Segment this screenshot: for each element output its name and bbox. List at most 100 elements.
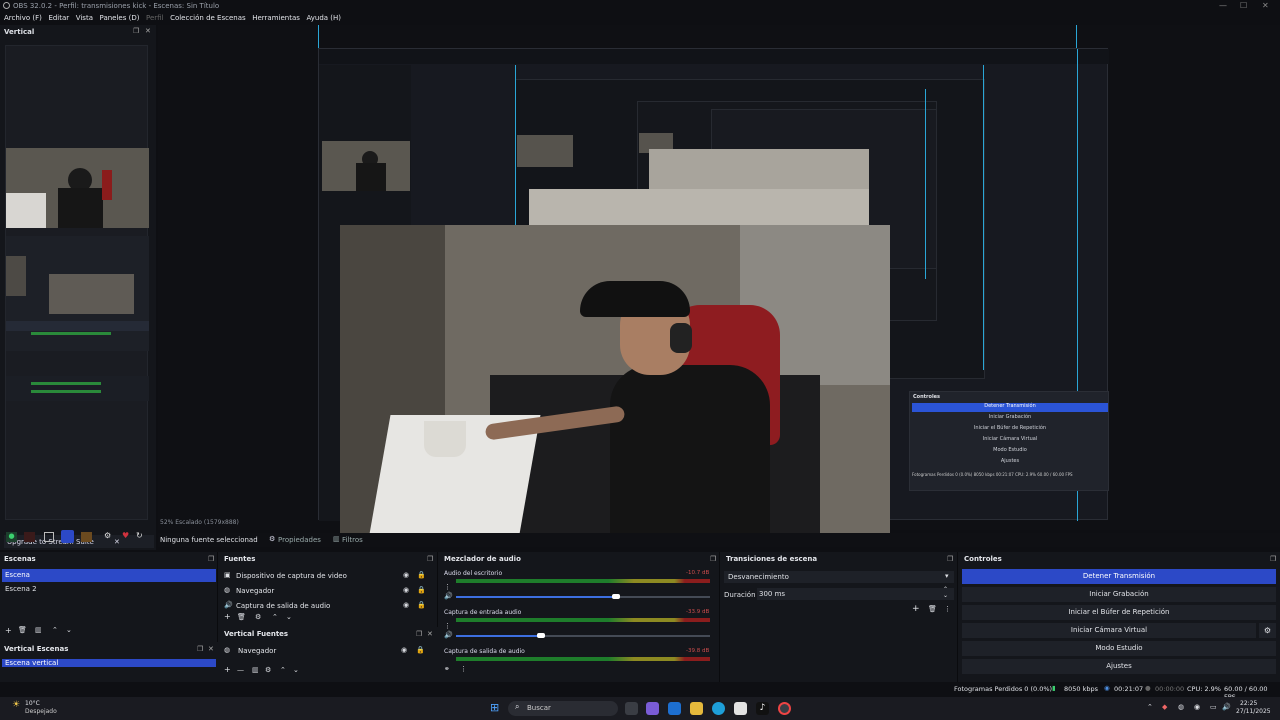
vertical-source-down-icon[interactable]: ⌄ — [293, 666, 299, 674]
record-icon[interactable] — [24, 532, 35, 542]
lock-icon[interactable]: 🔒 — [417, 601, 426, 609]
channel-menu-icon[interactable]: ⋮ — [444, 622, 451, 630]
mixer-link-icon[interactable]: ⚭ — [444, 665, 450, 673]
visibility-eye-icon[interactable]: ◉ — [403, 571, 409, 579]
heart-icon[interactable]: ♥ — [122, 531, 129, 540]
menu-ayuda[interactable]: Ayuda (H) — [306, 12, 341, 25]
task-view-icon[interactable] — [625, 702, 638, 715]
vertical-source-filters-icon[interactable]: ▥ — [252, 666, 259, 674]
studio-mode-button[interactable]: Modo Estudio — [962, 641, 1276, 656]
volume-slider-knob[interactable] — [612, 594, 620, 599]
volume-tray-icon[interactable]: 🔊 — [1222, 703, 1231, 711]
tiktok-icon[interactable]: ♪ — [756, 702, 769, 715]
source-down-icon[interactable]: ⌄ — [286, 613, 292, 621]
channel-menu-icon[interactable]: ⋮ — [444, 583, 451, 591]
undock-icon[interactable]: ❐ — [133, 27, 139, 35]
close-button[interactable]: ✕ — [1262, 1, 1269, 10]
settings-gear-icon[interactable]: ⚙ — [104, 531, 111, 540]
store-icon[interactable] — [734, 702, 747, 715]
stream-suite-icon[interactable]: ● — [6, 532, 17, 542]
camera-icon[interactable] — [81, 532, 92, 542]
source-item[interactable]: Captura de salida de audio — [236, 602, 330, 610]
volume-slider[interactable] — [456, 635, 710, 637]
settings-button[interactable]: Ajustes — [962, 659, 1276, 674]
transition-menu-icon[interactable]: ⋮ — [944, 605, 951, 613]
menu-archivo[interactable]: Archivo (F) — [4, 12, 42, 25]
lock-icon[interactable]: 🔒 — [416, 646, 425, 654]
capture-icon[interactable] — [61, 530, 74, 543]
weather-temp[interactable]: 10°C — [25, 700, 40, 707]
visibility-eye-icon[interactable]: ◉ — [401, 646, 407, 654]
lock-icon[interactable]: 🔒 — [417, 571, 426, 579]
duration-spinbox[interactable]: 300 ms ⌃ ⌄ — [757, 586, 954, 600]
edge-icon[interactable] — [712, 702, 725, 715]
speaker-icon[interactable]: 🔊 — [444, 631, 453, 639]
remove-source-icon[interactable]: 🗑 — [237, 613, 246, 621]
controls-dock-icon[interactable]: ❐ — [1270, 555, 1276, 563]
vertical-source-item[interactable]: Navegador — [238, 647, 276, 655]
source-item[interactable]: Navegador — [236, 587, 274, 595]
stop-stream-button[interactable]: Detener Transmisión — [962, 569, 1276, 584]
volume-slider-knob[interactable] — [537, 633, 545, 638]
scene-item[interactable]: Escena 2 — [2, 583, 216, 596]
file-explorer-icon[interactable] — [690, 702, 703, 715]
outlook-icon[interactable] — [668, 702, 681, 715]
menu-paneles[interactable]: Paneles (D) — [100, 12, 140, 25]
tray-app3-icon[interactable]: ◉ — [1194, 703, 1200, 711]
minimize-button[interactable]: — — [1219, 1, 1227, 10]
square-icon[interactable] — [44, 532, 54, 542]
transition-select[interactable]: Desvanecimiento ▾ — [724, 571, 954, 583]
preview-scale-readout[interactable]: 52% Escalado (1579x888) — [160, 519, 239, 526]
sources-dock-icon[interactable]: ❐ — [427, 555, 433, 563]
start-replay-buffer-button[interactable]: Iniciar el Búfer de Repetición — [962, 605, 1276, 620]
vertical-source-settings-icon[interactable]: ⚙ — [265, 666, 271, 674]
menu-herramientas[interactable]: Herramientas — [252, 12, 300, 25]
start-virtual-camera-button[interactable]: Iniciar Cámara Virtual — [962, 623, 1256, 638]
tray-chevron-icon[interactable]: ⌃ — [1147, 703, 1153, 711]
scenes-dock-icon[interactable]: ❐ — [208, 555, 214, 563]
spin-down-icon[interactable]: ⌄ — [943, 592, 948, 599]
refresh-icon[interactable]: ↻ — [136, 531, 143, 540]
virtual-camera-settings-icon[interactable]: ⚙ — [1259, 623, 1276, 638]
remove-scene-icon[interactable]: 🗑 — [18, 626, 27, 634]
move-up-icon[interactable]: ⌃ — [52, 626, 58, 634]
volume-slider[interactable] — [456, 596, 710, 598]
obs-taskbar-icon[interactable] — [778, 702, 791, 715]
remove-vertical-source-icon[interactable]: — — [237, 666, 244, 674]
mixer-dock-icon[interactable]: ❐ — [710, 555, 716, 563]
vertical-scenes-dock-icon[interactable]: ❐ — [197, 645, 203, 653]
clock-date[interactable]: 27/11/2025 — [1236, 708, 1271, 715]
maximize-button[interactable]: ☐ — [1240, 1, 1247, 10]
vertical-sources-close-icon[interactable]: ✕ — [427, 630, 433, 638]
properties-button[interactable]: Propiedades — [278, 536, 321, 544]
source-up-icon[interactable]: ⌃ — [272, 613, 278, 621]
vertical-source-up-icon[interactable]: ⌃ — [280, 666, 286, 674]
add-source-icon[interactable]: + — [224, 612, 231, 621]
start-recording-button[interactable]: Iniciar Grabación — [962, 587, 1276, 602]
weather-desc[interactable]: Despejado — [25, 708, 57, 715]
visibility-eye-icon[interactable]: ◉ — [403, 586, 409, 594]
windows-start-icon[interactable]: ⊞ — [490, 701, 499, 714]
source-item[interactable]: Dispositivo de captura de video — [236, 572, 347, 580]
lock-icon[interactable]: 🔒 — [417, 586, 426, 594]
network-tray-icon[interactable]: ▭ — [1210, 703, 1217, 711]
vertical-scenes-close-icon[interactable]: ✕ — [208, 645, 214, 653]
transitions-dock-icon[interactable]: ❐ — [947, 555, 953, 563]
add-vertical-source-icon[interactable]: + — [224, 665, 231, 674]
move-down-icon[interactable]: ⌄ — [66, 626, 72, 634]
tray-app2-icon[interactable]: ◍ — [1178, 703, 1184, 711]
scene-filters-icon[interactable]: ▥ — [35, 626, 42, 634]
copilot-icon[interactable] — [646, 702, 659, 715]
speaker-icon[interactable]: 🔊 — [444, 592, 453, 600]
weather-icon[interactable]: ☀ — [12, 700, 20, 710]
vertical-scene-item[interactable]: Escena vertical — [2, 659, 216, 667]
clock-time[interactable]: 22:25 — [1240, 700, 1257, 707]
add-scene-icon[interactable]: + — [5, 626, 12, 635]
vertical-sources-dock-icon[interactable]: ❐ — [416, 630, 422, 638]
tray-app-icon[interactable]: ◆ — [1162, 703, 1167, 711]
visibility-eye-icon[interactable]: ◉ — [403, 601, 409, 609]
source-settings-icon[interactable]: ⚙ — [255, 613, 261, 621]
close-dock-icon[interactable]: ✕ — [145, 27, 151, 35]
menu-coleccion[interactable]: Colección de Escenas — [170, 12, 246, 25]
webcam-source[interactable] — [340, 225, 890, 534]
